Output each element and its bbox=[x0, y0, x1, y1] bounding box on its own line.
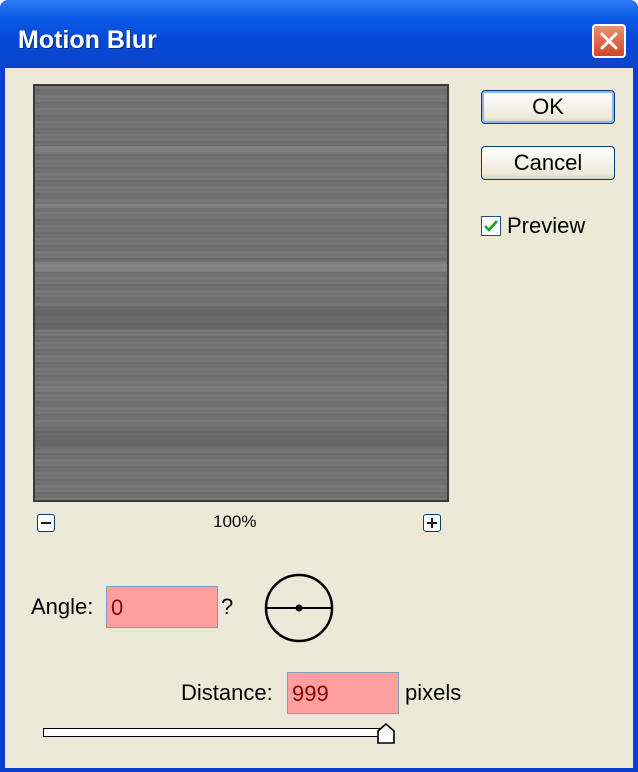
plus-icon bbox=[427, 518, 437, 528]
distance-slider-track[interactable] bbox=[43, 728, 391, 737]
dialog-client-area: 100% OK Cancel Preview Angle: 0 ? Distan… bbox=[5, 68, 633, 768]
angle-label: Angle: bbox=[31, 594, 94, 619]
distance-label: Distance: bbox=[181, 680, 273, 705]
distance-input[interactable]: 999 bbox=[287, 672, 399, 714]
close-icon bbox=[600, 32, 618, 50]
angle-dial[interactable] bbox=[263, 572, 335, 644]
cancel-button[interactable]: Cancel bbox=[481, 146, 615, 180]
zoom-out-button[interactable] bbox=[37, 514, 55, 532]
preview-image[interactable] bbox=[33, 84, 449, 502]
minus-icon bbox=[41, 522, 51, 524]
preview-label: Preview bbox=[507, 213, 586, 238]
angle-unit: ? bbox=[221, 594, 234, 619]
distance-slider-thumb[interactable] bbox=[375, 723, 397, 745]
close-button[interactable] bbox=[592, 24, 626, 58]
zoom-level: 100% bbox=[213, 512, 257, 531]
title-bar[interactable]: Motion Blur bbox=[0, 0, 638, 68]
preview-checkbox[interactable] bbox=[481, 216, 501, 236]
ok-button[interactable]: OK bbox=[481, 90, 615, 124]
angle-input[interactable]: 0 bbox=[106, 586, 218, 628]
window-title: Motion Blur bbox=[18, 26, 157, 54]
dialog-window: Motion Blur 100% OK Cancel Preview Angle… bbox=[0, 0, 638, 772]
distance-unit: pixels bbox=[405, 680, 462, 705]
zoom-in-button[interactable] bbox=[423, 514, 441, 532]
checkmark-icon bbox=[484, 220, 498, 232]
